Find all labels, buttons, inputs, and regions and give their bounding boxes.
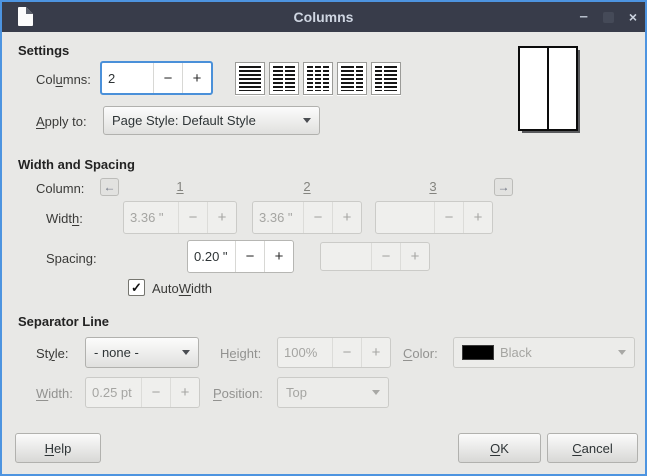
width-3-input <box>376 202 434 233</box>
height-label: Height: <box>220 346 261 361</box>
preview-divider-line <box>547 48 549 129</box>
column-number-2: 2 <box>303 179 310 194</box>
color-label: Color: <box>403 346 438 361</box>
height-increment-button: + <box>361 338 390 367</box>
separator-width-spinbox: 0.25 pt − + <box>85 377 200 408</box>
width-2-increment-button: + <box>332 202 361 233</box>
spacing-1-input[interactable]: 0.20 " <box>188 241 235 272</box>
width-1-increment-button: + <box>207 202 236 233</box>
width-label: Width: <box>46 211 83 226</box>
autowidth-checkbox[interactable]: ✓ <box>128 279 145 296</box>
color-dropdown: Black <box>453 337 635 368</box>
ok-button[interactable]: OK <box>458 433 541 463</box>
spacing-label: Spacing: <box>46 251 97 266</box>
previous-column-button[interactable]: ← <box>100 178 119 196</box>
width-spacing-heading: Width and Spacing <box>18 157 135 172</box>
style-label: Style: <box>36 346 69 361</box>
width-3-decrement-button: − <box>434 202 463 233</box>
right-wide-columns-icon <box>384 66 397 91</box>
separator-width-decrement-button: − <box>141 378 170 407</box>
height-decrement-button: − <box>332 338 361 367</box>
arrow-left-icon: ← <box>104 180 116 194</box>
preset-right-wide-button[interactable] <box>371 62 401 95</box>
separator-width-label: Width: <box>36 386 73 401</box>
width-1-spinbox: 3.36 " − + <box>123 201 237 234</box>
checkmark-icon: ✓ <box>131 281 142 294</box>
width-1-input: 3.36 " <box>124 202 178 233</box>
width-2-decrement-button: − <box>303 202 332 233</box>
minimize-button[interactable]: – <box>579 2 587 32</box>
help-button[interactable]: Help <box>15 433 101 463</box>
width-2-input: 3.36 " <box>253 202 303 233</box>
three-columns-icon <box>323 66 329 91</box>
width-1-decrement-button: − <box>178 202 207 233</box>
apply-to-dropdown[interactable]: Page Style: Default Style <box>103 106 320 135</box>
spacing-2-increment-button: + <box>400 243 429 270</box>
two-columns-icon <box>285 66 295 91</box>
close-button[interactable]: × <box>629 2 637 32</box>
width-3-spinbox: − + <box>375 201 493 234</box>
titlebar[interactable]: Columns – × <box>2 2 645 32</box>
spacing-1-decrement-button[interactable]: − <box>235 241 264 272</box>
column-presets <box>235 62 401 95</box>
spacing-2-spinbox: − + <box>320 242 430 271</box>
separator-width-input: 0.25 pt <box>86 378 141 407</box>
left-wide-columns-icon <box>356 66 363 91</box>
spacing-2-decrement-button: − <box>371 243 400 270</box>
column-nav-label: Column: <box>36 181 84 196</box>
spacing-1-increment-button[interactable]: + <box>264 241 293 272</box>
chevron-down-icon <box>372 390 380 395</box>
column-number-1: 1 <box>176 179 183 194</box>
position-dropdown: Top <box>277 377 389 408</box>
height-spinbox: 100% − + <box>277 337 391 368</box>
width-2-spinbox: 3.36 " − + <box>252 201 362 234</box>
preset-left-wide-button[interactable] <box>337 62 367 95</box>
preset-two-columns-button[interactable] <box>269 62 299 95</box>
separator-width-increment-button: + <box>170 378 199 407</box>
window-controls: – × <box>579 2 637 32</box>
column-layout-preview <box>518 46 578 131</box>
apply-to-label: Apply to: <box>36 114 87 129</box>
columns-dialog: Columns – × Settings Columns: 2 − + <box>0 0 647 476</box>
chevron-down-icon <box>182 350 190 355</box>
chevron-down-icon <box>618 350 626 355</box>
settings-heading: Settings <box>18 43 69 58</box>
column-number-3: 3 <box>429 179 436 194</box>
preset-three-columns-button[interactable] <box>303 62 333 95</box>
style-dropdown[interactable]: - none - <box>85 337 199 368</box>
window-title: Columns <box>2 2 645 32</box>
autowidth-label: AutoWidth <box>152 281 212 296</box>
position-label: Position: <box>213 386 263 401</box>
columns-input[interactable]: 2 <box>102 63 153 93</box>
separator-line-heading: Separator Line <box>18 314 109 329</box>
spacing-2-input <box>321 243 371 270</box>
arrow-right-icon: → <box>498 180 510 194</box>
columns-decrement-button[interactable]: − <box>153 63 182 93</box>
chevron-down-icon <box>303 118 311 123</box>
spacing-1-spinbox: 0.20 " − + <box>187 240 294 273</box>
columns-increment-button[interactable]: + <box>182 63 211 93</box>
height-input: 100% <box>278 338 332 367</box>
width-3-increment-button: + <box>463 202 492 233</box>
color-swatch <box>462 345 494 360</box>
next-column-button[interactable]: → <box>494 178 513 196</box>
cancel-button[interactable]: Cancel <box>547 433 638 463</box>
preset-one-column-button[interactable] <box>235 62 265 95</box>
columns-label: Columns: <box>36 72 91 87</box>
columns-spinbox: 2 − + <box>100 61 213 95</box>
maximize-button <box>603 12 614 23</box>
one-column-icon <box>239 66 261 91</box>
